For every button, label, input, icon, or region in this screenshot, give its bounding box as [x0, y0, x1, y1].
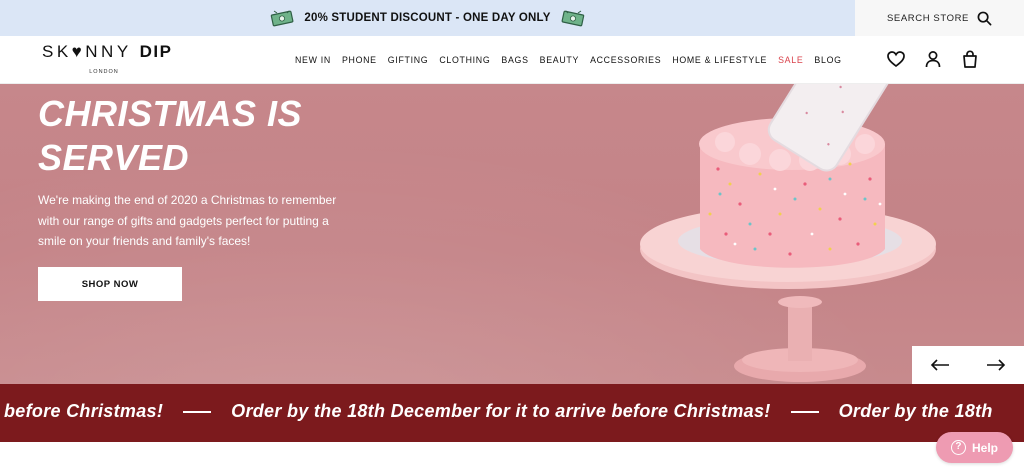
- nav-item-home-lifestyle[interactable]: HOME & LIFESTYLE: [672, 55, 767, 65]
- marquee-divider: [790, 410, 819, 413]
- carousel-controls: [912, 346, 1024, 384]
- arrow-left-icon: [930, 359, 949, 371]
- brand-logo[interactable]: SK♥NNY DIP LONDON: [42, 42, 174, 80]
- logo-wordmark: SK♥NNY DIP: [42, 42, 174, 62]
- carousel-prev-button[interactable]: [912, 346, 968, 384]
- hero-title: CHRISTMAS IS SERVED: [38, 92, 358, 180]
- cake-stand-image: [640, 84, 936, 382]
- logo-wordmark-bold: DIP: [139, 42, 173, 61]
- carousel-next-button[interactable]: [968, 346, 1024, 384]
- nav-item-clothing[interactable]: CLOTHING: [439, 55, 490, 65]
- hero-title-line-1: CHRISTMAS IS: [38, 93, 303, 134]
- nav-item-sale[interactable]: SALE: [778, 55, 803, 65]
- shop-now-button[interactable]: SHOP NOW: [38, 267, 182, 301]
- marquee-segment: Order by the 18th December for it to arr…: [231, 401, 771, 421]
- search-icon: [977, 11, 992, 25]
- header-actions: [886, 49, 980, 69]
- heart-icon[interactable]: [886, 49, 906, 69]
- search-store-label: SEARCH STORE: [887, 12, 969, 24]
- bag-icon[interactable]: [960, 49, 980, 69]
- cash-icon: [561, 10, 584, 27]
- promo-text: 20% STUDENT DISCOUNT - ONE DAY ONLY: [304, 12, 551, 24]
- nav-item-beauty[interactable]: BEAUTY: [540, 55, 579, 65]
- logo-wordmark-light: SK♥NNY: [42, 42, 132, 61]
- marquee-segment: Order by the 18th: [838, 401, 993, 421]
- marquee-segment: before Christmas!: [4, 401, 164, 421]
- search-store-button[interactable]: SEARCH STORE: [855, 0, 1024, 36]
- marquee-divider: [183, 410, 212, 413]
- logo-subtitle: LONDON: [89, 69, 119, 75]
- help-button[interactable]: ? Help: [936, 432, 1013, 463]
- arrow-right-icon: [987, 359, 1006, 371]
- help-label: Help: [971, 440, 998, 455]
- hero-banner: CHRISTMAS IS SERVED We're making the end…: [0, 84, 1024, 384]
- shipping-marquee: before Christmas! Order by the 18th Dece…: [0, 384, 1024, 442]
- site-header: SK♥NNY DIP LONDON NEW IN PHONE GIFTING C…: [0, 36, 1024, 84]
- question-icon: ?: [950, 440, 966, 455]
- marquee-track: before Christmas! Order by the 18th Dece…: [4, 401, 993, 422]
- nav-item-new-in[interactable]: NEW IN: [295, 55, 331, 65]
- cash-icon: [271, 10, 294, 27]
- nav-item-accessories[interactable]: ACCESSORIES: [590, 55, 661, 65]
- nav-item-gifting[interactable]: GIFTING: [388, 55, 429, 65]
- main-nav: NEW IN PHONE GIFTING CLOTHING BAGS BEAUT…: [295, 36, 842, 84]
- user-icon[interactable]: [923, 49, 943, 69]
- hero-description: We're making the end of 2020 a Christmas…: [38, 193, 337, 248]
- hero-title-line-2: SERVED: [38, 137, 190, 178]
- promo-banner[interactable]: 20% STUDENT DISCOUNT - ONE DAY ONLY: [0, 0, 855, 36]
- nav-item-blog[interactable]: BLOG: [814, 55, 841, 65]
- nav-item-bags[interactable]: BAGS: [501, 55, 528, 65]
- nav-item-phone[interactable]: PHONE: [342, 55, 377, 65]
